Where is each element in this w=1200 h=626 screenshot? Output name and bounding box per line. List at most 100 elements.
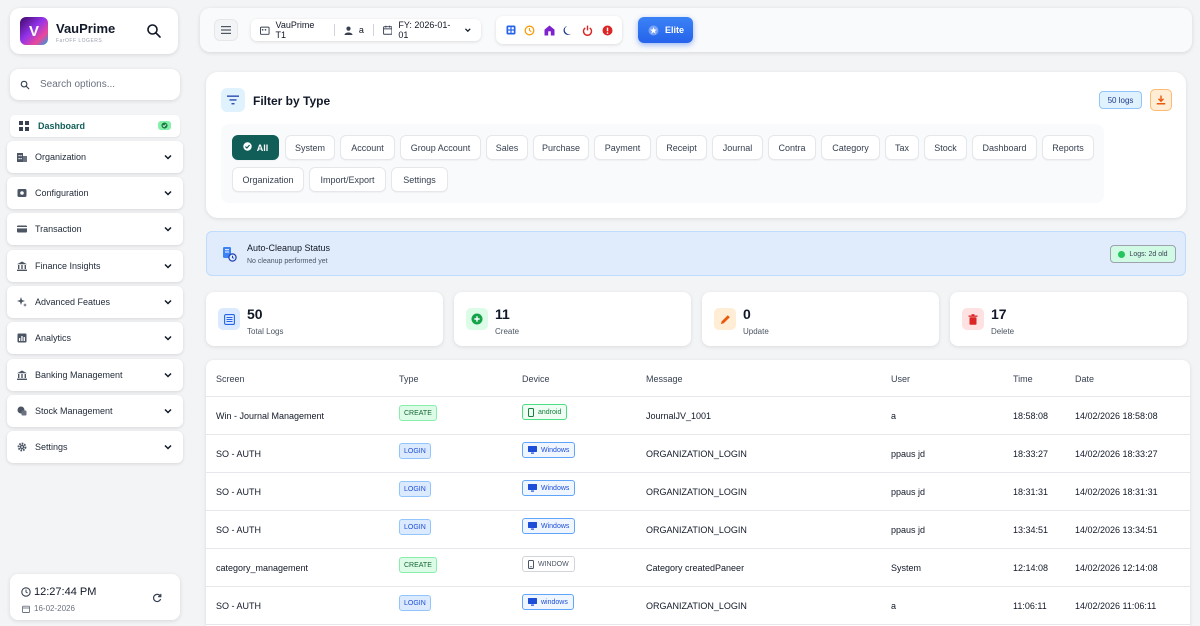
cell-message: ORGANIZATION_LOGIN [646, 601, 747, 611]
table-row[interactable]: category_management CREATE WINDOW Catego… [206, 549, 1190, 587]
chevron-down-icon [164, 335, 172, 341]
notification-icon[interactable] [601, 24, 614, 37]
stat-card-create: 11 Create [454, 292, 691, 346]
filter-chip-system[interactable]: System [285, 135, 335, 160]
column-header-device[interactable]: Device [522, 374, 550, 384]
elite-label: Elite [665, 25, 685, 35]
home-icon[interactable] [543, 24, 556, 37]
filter-chip-settings[interactable]: Settings [391, 167, 448, 192]
cell-user: ppaus jd [891, 525, 926, 535]
sidebar-item-transaction[interactable]: Transaction [7, 213, 183, 245]
cell-time: 18:31:31 [1013, 487, 1049, 497]
table-row[interactable]: Win - Journal Management CREATE android … [206, 397, 1190, 435]
type-badge: LOGIN [399, 595, 431, 611]
column-header-time[interactable]: Time [1013, 374, 1033, 384]
monitor-icon [528, 598, 537, 606]
chevron-down-icon [465, 28, 471, 33]
filter-chip-dashboard[interactable]: Dashboard [972, 135, 1037, 160]
filter-chip-stock[interactable]: Stock [924, 135, 967, 160]
chevron-down-icon [164, 444, 172, 450]
refresh-icon[interactable] [152, 593, 162, 603]
calendar-icon [382, 25, 393, 35]
type-badge: LOGIN [399, 481, 431, 497]
filter-chip-receipt[interactable]: Receipt [656, 135, 707, 160]
filter-chip-sales[interactable]: Sales [486, 135, 528, 160]
column-header-user[interactable]: User [891, 374, 910, 384]
filter-chip-tax[interactable]: Tax [885, 135, 919, 160]
column-header-screen[interactable]: Screen [216, 374, 245, 384]
table-row[interactable]: SO - AUTH LOGIN windows ORGANIZATION_LOG… [206, 587, 1190, 625]
sidebar-item-settings[interactable]: Settings [7, 431, 183, 463]
download-button[interactable] [1150, 89, 1172, 111]
filter-chip-category[interactable]: Category [821, 135, 880, 160]
filter-chip-group-account[interactable]: Group Account [400, 135, 481, 160]
sidebar-item-stock-management[interactable]: Stock Management [7, 395, 183, 427]
cell-message: JournalJV_1001 [646, 411, 712, 421]
company-selector[interactable]: VauPrime T1 [251, 19, 334, 41]
grid-icon[interactable] [504, 24, 517, 37]
cleanup-icon [223, 247, 237, 262]
sidebar-item-finance-insights[interactable]: Finance Insights [7, 250, 183, 282]
fiscal-year-selector[interactable]: FY: 2026-01-01 [374, 19, 481, 41]
sidebar-item-organization[interactable]: Organization [7, 141, 183, 173]
user-selector[interactable]: a [335, 19, 373, 41]
cell-screen: SO - AUTH [216, 525, 262, 535]
stat-label: Create [495, 327, 520, 336]
filter-chip-reports[interactable]: Reports [1042, 135, 1094, 160]
cell-date: 14/02/2026 13:34:51 [1075, 525, 1158, 535]
filter-chip-purchase[interactable]: Purchase [533, 135, 589, 160]
sidebar-item-dashboard[interactable]: Dashboard [10, 115, 180, 137]
cell-user: a [891, 601, 897, 611]
stat-label: Delete [991, 327, 1015, 336]
brand-name: VauPrime [56, 21, 116, 36]
table-row[interactable]: SO - AUTH LOGIN Windows ORGANIZATION_LOG… [206, 511, 1190, 549]
cell-time: 18:58:08 [1013, 411, 1049, 421]
column-header-date[interactable]: Date [1075, 374, 1094, 384]
history-icon[interactable] [523, 24, 536, 37]
cell-date: 14/02/2026 18:33:27 [1075, 449, 1158, 459]
column-header-type[interactable]: Type [399, 374, 419, 384]
elite-button[interactable]: Elite [638, 17, 693, 43]
chip-label: All [256, 142, 269, 153]
brand-subtitle: FarOFF LOGERS [56, 38, 103, 44]
sidebar-item-label: Dashboard [38, 121, 86, 131]
clock-icon [21, 587, 31, 597]
filter-chip-contra[interactable]: Contra [768, 135, 816, 160]
filter-title: Filter by Type [253, 94, 331, 108]
device-badge: android [522, 404, 568, 420]
device-label: android [538, 408, 562, 416]
cell-message: ORGANIZATION_LOGIN [646, 487, 747, 497]
configuration-icon [17, 189, 27, 197]
monitor-icon [528, 446, 537, 454]
table-row[interactable]: SO - AUTH LOGIN Windows ORGANIZATION_LOG… [206, 473, 1190, 511]
filter-chip-all[interactable]: All [232, 135, 279, 160]
filter-chip-import-export[interactable]: Import/Export [309, 167, 386, 192]
gear-icon [17, 442, 27, 452]
column-header-message[interactable]: Message [646, 374, 683, 384]
sidebar-item-banking-management[interactable]: Banking Management [7, 359, 183, 391]
menu-button[interactable] [214, 19, 238, 41]
monitor-icon [528, 522, 537, 530]
filter-chip-account[interactable]: Account [340, 135, 395, 160]
logs-age-label: Logs: 2d old [1129, 250, 1168, 258]
filter-chip-organization[interactable]: Organization [232, 167, 304, 192]
sidebar-search-input[interactable] [40, 79, 170, 90]
calendar-icon [22, 605, 30, 613]
building-icon [260, 26, 270, 35]
filter-chip-journal[interactable]: Journal [712, 135, 763, 160]
power-icon[interactable] [581, 24, 594, 37]
cell-user: ppaus jd [891, 449, 926, 459]
sidebar-item-advanced-features[interactable]: Advanced Featues [7, 286, 183, 318]
filter-chip-payment[interactable]: Payment [594, 135, 651, 160]
table-row[interactable]: SO - AUTH LOGIN Windows ORGANIZATION_LOG… [206, 435, 1190, 473]
sidebar-item-analytics[interactable]: Analytics [7, 322, 183, 354]
moon-icon[interactable] [562, 24, 575, 37]
device-badge: Windows [522, 442, 576, 458]
sidebar-item-label: Transaction [35, 224, 82, 234]
cell-screen: SO - AUTH [216, 487, 262, 497]
logs-table: Screen Type Device Message User Time Dat… [206, 360, 1190, 626]
search-icon[interactable] [146, 23, 162, 39]
cell-user: a [891, 411, 897, 421]
sidebar-item-configuration[interactable]: Configuration [7, 177, 183, 209]
logs-count-badge: 50 logs [1099, 91, 1142, 109]
